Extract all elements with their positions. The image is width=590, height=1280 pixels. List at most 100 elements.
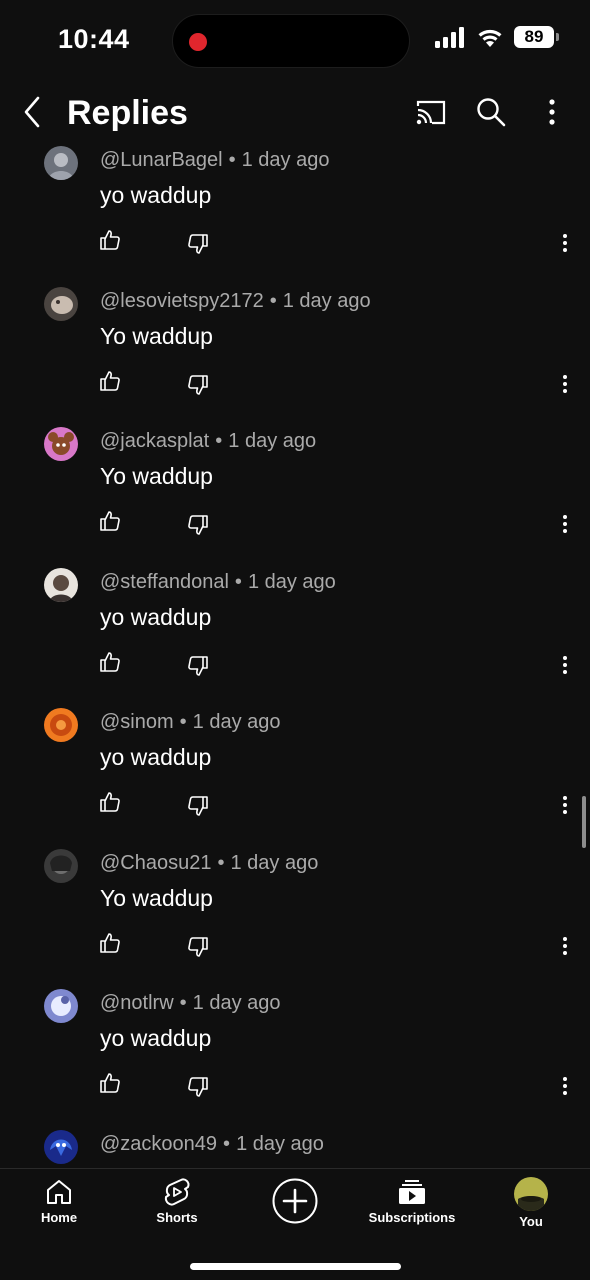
- comment-author[interactable]: @zackoon49: [100, 1133, 217, 1155]
- comment-item: @notlrw • 1 day ago yo waddup: [0, 983, 590, 1124]
- signal-icon: [435, 27, 464, 48]
- comment-time: 1 day ago: [247, 570, 336, 593]
- status-bar: 10:44 89: [0, 0, 590, 80]
- comment-time: 1 day ago: [282, 289, 371, 312]
- dislike-button[interactable]: [186, 513, 210, 537]
- search-icon: [477, 98, 506, 127]
- meta-separator: •: [234, 570, 242, 593]
- comment-more-button[interactable]: [554, 935, 576, 957]
- nav-shorts[interactable]: Shorts: [122, 1177, 232, 1233]
- avatar[interactable]: [44, 708, 78, 742]
- comment-author[interactable]: @LunarBagel: [100, 149, 223, 171]
- thumbs-up-icon: [100, 792, 120, 812]
- avatar[interactable]: [44, 567, 78, 602]
- home-indicator[interactable]: [190, 1263, 401, 1270]
- comment-text: yo waddup: [100, 1025, 212, 1051]
- comment-text: yo waddup: [100, 603, 212, 630]
- nav-home-label: Home: [40, 1210, 78, 1225]
- like-button[interactable]: [98, 650, 122, 674]
- like-button[interactable]: [98, 790, 122, 814]
- thumbs-up-icon: [100, 511, 120, 531]
- comment-author[interactable]: @notlrw: [100, 992, 174, 1014]
- create-button[interactable]: [272, 1178, 318, 1224]
- comment-item: @steffandonal • 1 day ago yo waddup: [0, 562, 590, 703]
- comment-text: yo waddup: [100, 744, 212, 770]
- dislike-button[interactable]: [186, 373, 210, 397]
- like-button[interactable]: [98, 1071, 122, 1095]
- dislike-button[interactable]: [186, 1075, 210, 1099]
- meta-separator: •: [269, 289, 277, 312]
- avatar: [514, 1177, 548, 1211]
- meta-separator: •: [179, 992, 187, 1014]
- battery-indicator: 89: [514, 26, 559, 48]
- meta-separator: •: [228, 149, 236, 171]
- search-button[interactable]: [473, 94, 509, 130]
- comment-author[interactable]: @jackasplat: [100, 430, 209, 452]
- comment-meta: @zackoon49 • 1 day ago: [100, 1133, 324, 1156]
- thumbs-up-icon: [100, 1073, 120, 1093]
- subscriptions-icon: [399, 1180, 425, 1204]
- avatar[interactable]: [44, 1129, 78, 1164]
- comment-time: 1 day ago: [236, 1132, 324, 1155]
- comment-more-button[interactable]: [554, 654, 576, 676]
- cast-icon: [416, 100, 446, 125]
- thumbs-down-icon: [188, 796, 208, 816]
- dislike-button[interactable]: [186, 232, 210, 256]
- thumbs-up-icon: [100, 651, 120, 672]
- nav-you-label: You: [519, 1214, 543, 1229]
- comment-author[interactable]: @Chaosu21: [100, 852, 211, 874]
- nav-home[interactable]: Home: [4, 1177, 114, 1233]
- comment-more-button[interactable]: [554, 513, 576, 535]
- comment-meta: @sinom • 1 day ago: [100, 711, 281, 734]
- comment-meta: @lesovietspy2172 • 1 day ago: [100, 290, 371, 313]
- comment-item: @sinom • 1 day ago yo waddup: [0, 702, 590, 843]
- more-options-button[interactable]: [534, 94, 570, 130]
- comment-more-button[interactable]: [554, 232, 576, 254]
- scrollbar[interactable]: [582, 796, 586, 848]
- bottom-navigation: Home Shorts Subscriptions You: [0, 1168, 590, 1280]
- more-vertical-icon: [563, 936, 567, 955]
- more-vertical-icon: [563, 234, 567, 252]
- comment-author[interactable]: @lesovietspy2172: [100, 290, 264, 312]
- cast-button[interactable]: [412, 94, 448, 130]
- battery-level: 89: [524, 27, 544, 46]
- dislike-button[interactable]: [186, 935, 210, 959]
- shorts-icon: [164, 1178, 190, 1206]
- comment-item: @jackasplat • 1 day ago Yo waddup: [0, 421, 590, 562]
- meta-separator: •: [215, 430, 223, 452]
- thumbs-down-icon: [188, 234, 208, 254]
- avatar[interactable]: [44, 286, 78, 321]
- dynamic-island: [172, 14, 410, 68]
- like-button[interactable]: [98, 228, 122, 252]
- nav-subscriptions-label: Subscriptions: [368, 1210, 456, 1225]
- comment-time: 1 day ago: [228, 430, 317, 452]
- comment-more-button[interactable]: [554, 794, 576, 816]
- nav-subscriptions[interactable]: Subscriptions: [357, 1177, 467, 1233]
- dislike-button[interactable]: [186, 654, 210, 678]
- like-button[interactable]: [98, 509, 122, 533]
- back-button[interactable]: [18, 94, 48, 130]
- avatar[interactable]: [44, 146, 78, 180]
- comment-author[interactable]: @sinom: [100, 711, 174, 733]
- page-title: Replies: [67, 94, 188, 132]
- nav-you[interactable]: You: [476, 1177, 586, 1233]
- more-vertical-icon: [563, 1077, 567, 1095]
- meta-separator: •: [223, 1132, 231, 1155]
- comment-more-button[interactable]: [554, 1075, 576, 1097]
- avatar[interactable]: [44, 848, 78, 883]
- comment-author[interactable]: @steffandonal: [100, 571, 229, 593]
- comment-text: Yo waddup: [100, 463, 213, 489]
- comment-more-button[interactable]: [554, 373, 576, 395]
- replies-list[interactable]: @LunarBagel • 1 day ago yo waddup @lesovie…: [0, 140, 590, 1168]
- like-button[interactable]: [98, 931, 122, 955]
- dislike-button[interactable]: [186, 794, 210, 818]
- comment-time: 1 day ago: [192, 992, 281, 1014]
- avatar[interactable]: [44, 427, 78, 461]
- comment-item: @Chaosu21 • 1 day ago Yo waddup: [0, 843, 590, 984]
- status-icons: 89: [434, 26, 559, 48]
- comment-meta: @steffandonal • 1 day ago: [100, 571, 336, 594]
- like-button[interactable]: [98, 369, 122, 393]
- avatar[interactable]: [44, 989, 78, 1023]
- comment-time: 1 day ago: [192, 711, 281, 733]
- comment-meta: @LunarBagel • 1 day ago: [100, 149, 329, 172]
